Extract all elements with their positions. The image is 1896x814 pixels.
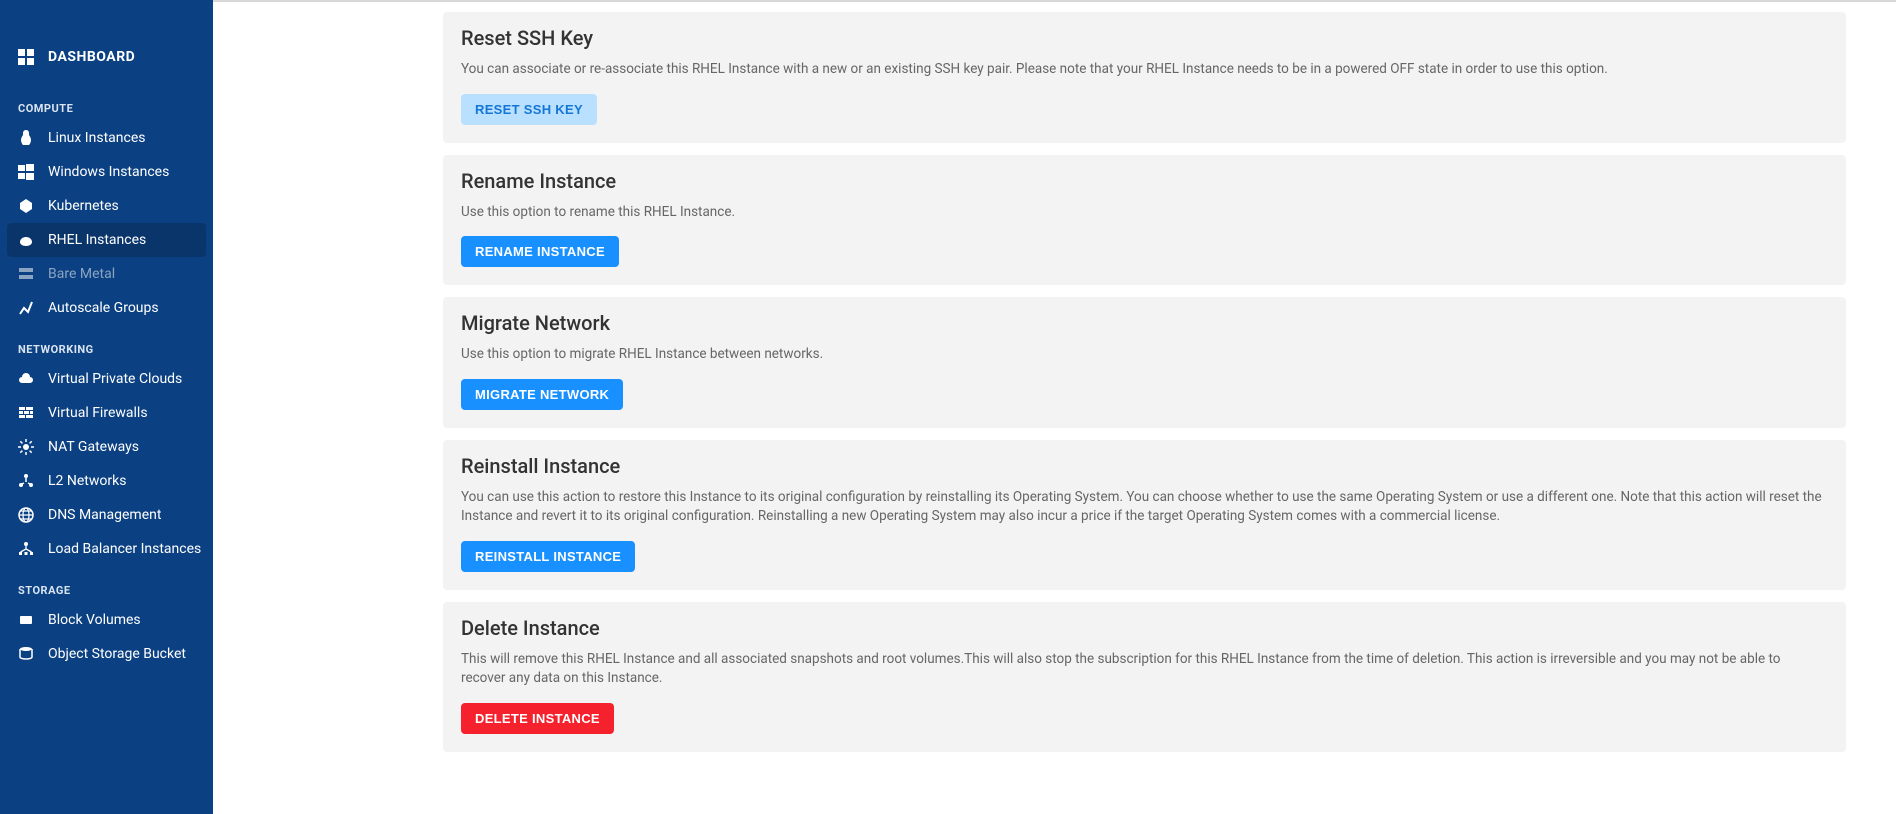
rename-instance-button[interactable]: RENAME INSTANCE [461, 236, 619, 267]
sidebar-item-dns-management[interactable]: DNS Management [0, 498, 213, 532]
card-title: Reinstall Instance [461, 454, 1828, 478]
sidebar-item-label: Windows Instances [48, 164, 169, 180]
sidebar-item-label: Virtual Private Clouds [48, 371, 182, 387]
sidebar-item-block-volumes[interactable]: Block Volumes [0, 603, 213, 637]
sidebar-item-l2-networks[interactable]: L2 Networks [0, 464, 213, 498]
sidebar-item-label: Object Storage Bucket [48, 646, 186, 662]
sidebar-item-label: Bare Metal [48, 266, 115, 282]
card-delete-instance: Delete Instance This will remove this RH… [443, 602, 1846, 752]
sidebar-item-label: DASHBOARD [48, 49, 135, 65]
card-description: Use this option to migrate RHEL Instance… [461, 345, 1828, 365]
main-content: Reset SSH Key You can associate or re-as… [213, 0, 1896, 814]
card-rename-instance: Rename Instance Use this option to renam… [443, 155, 1846, 286]
card-title: Reset SSH Key [461, 26, 1828, 50]
card-migrate-network: Migrate Network Use this option to migra… [443, 297, 1846, 428]
sidebar-item-label: RHEL Instances [48, 232, 146, 248]
sidebar-item-label: DNS Management [48, 507, 161, 523]
sidebar-item-label: NAT Gateways [48, 439, 139, 455]
autoscale-icon [18, 300, 34, 316]
sidebar-section-compute: COMPUTE [0, 84, 213, 121]
sidebar-item-label: Virtual Firewalls [48, 405, 148, 421]
sidebar-item-nat-gateways[interactable]: NAT Gateways [0, 430, 213, 464]
nat-icon [18, 439, 34, 455]
firewall-icon [18, 405, 34, 421]
rhel-icon [18, 232, 34, 248]
delete-instance-button[interactable]: DELETE INSTANCE [461, 703, 614, 734]
cloud-icon [18, 371, 34, 387]
sidebar-item-label: Kubernetes [48, 198, 119, 214]
card-title: Delete Instance [461, 616, 1828, 640]
card-title: Rename Instance [461, 169, 1828, 193]
sidebar-item-object-storage-bucket[interactable]: Object Storage Bucket [0, 637, 213, 671]
sidebar-item-virtual-firewalls[interactable]: Virtual Firewalls [0, 396, 213, 430]
globe-icon [18, 507, 34, 523]
sidebar-item-label: Linux Instances [48, 130, 145, 146]
sidebar-item-label: Autoscale Groups [48, 300, 159, 316]
sidebar-item-dashboard[interactable]: DASHBOARD [0, 40, 213, 74]
sidebar-section-storage: STORAGE [0, 566, 213, 603]
sidebar-item-bare-metal: Bare Metal [0, 257, 213, 291]
sidebar-item-load-balancer[interactable]: Load Balancer Instances [0, 532, 213, 566]
bucket-icon [18, 646, 34, 662]
sidebar-item-vpc[interactable]: Virtual Private Clouds [0, 362, 213, 396]
sidebar-item-kubernetes[interactable]: Kubernetes [0, 189, 213, 223]
reset-ssh-key-button[interactable]: RESET SSH KEY [461, 94, 597, 125]
sidebar-item-linux-instances[interactable]: Linux Instances [0, 121, 213, 155]
card-description: This will remove this RHEL Instance and … [461, 650, 1828, 689]
sidebar: DASHBOARD COMPUTE Linux Instances Window… [0, 0, 213, 814]
sidebar-item-label: L2 Networks [48, 473, 126, 489]
migrate-network-button[interactable]: MIGRATE NETWORK [461, 379, 623, 410]
sidebar-section-networking: NETWORKING [0, 325, 213, 362]
card-title: Migrate Network [461, 311, 1828, 335]
load-balancer-icon [18, 541, 34, 557]
sidebar-item-label: Load Balancer Instances [48, 541, 201, 557]
card-reinstall-instance: Reinstall Instance You can use this acti… [443, 440, 1846, 590]
card-description: You can use this action to restore this … [461, 488, 1828, 527]
card-description: Use this option to rename this RHEL Inst… [461, 203, 1828, 223]
network-icon [18, 473, 34, 489]
sidebar-item-rhel-instances[interactable]: RHEL Instances [7, 223, 206, 257]
card-reset-ssh-key: Reset SSH Key You can associate or re-as… [443, 12, 1846, 143]
card-description: You can associate or re-associate this R… [461, 60, 1828, 80]
sidebar-item-autoscale-groups[interactable]: Autoscale Groups [0, 291, 213, 325]
disk-icon [18, 612, 34, 628]
dashboard-icon [18, 49, 34, 65]
sidebar-item-windows-instances[interactable]: Windows Instances [0, 155, 213, 189]
server-icon [18, 266, 34, 282]
reinstall-instance-button[interactable]: REINSTALL INSTANCE [461, 541, 635, 572]
linux-icon [18, 130, 34, 146]
kubernetes-icon [18, 198, 34, 214]
windows-icon [18, 164, 34, 180]
sidebar-item-label: Block Volumes [48, 612, 141, 628]
